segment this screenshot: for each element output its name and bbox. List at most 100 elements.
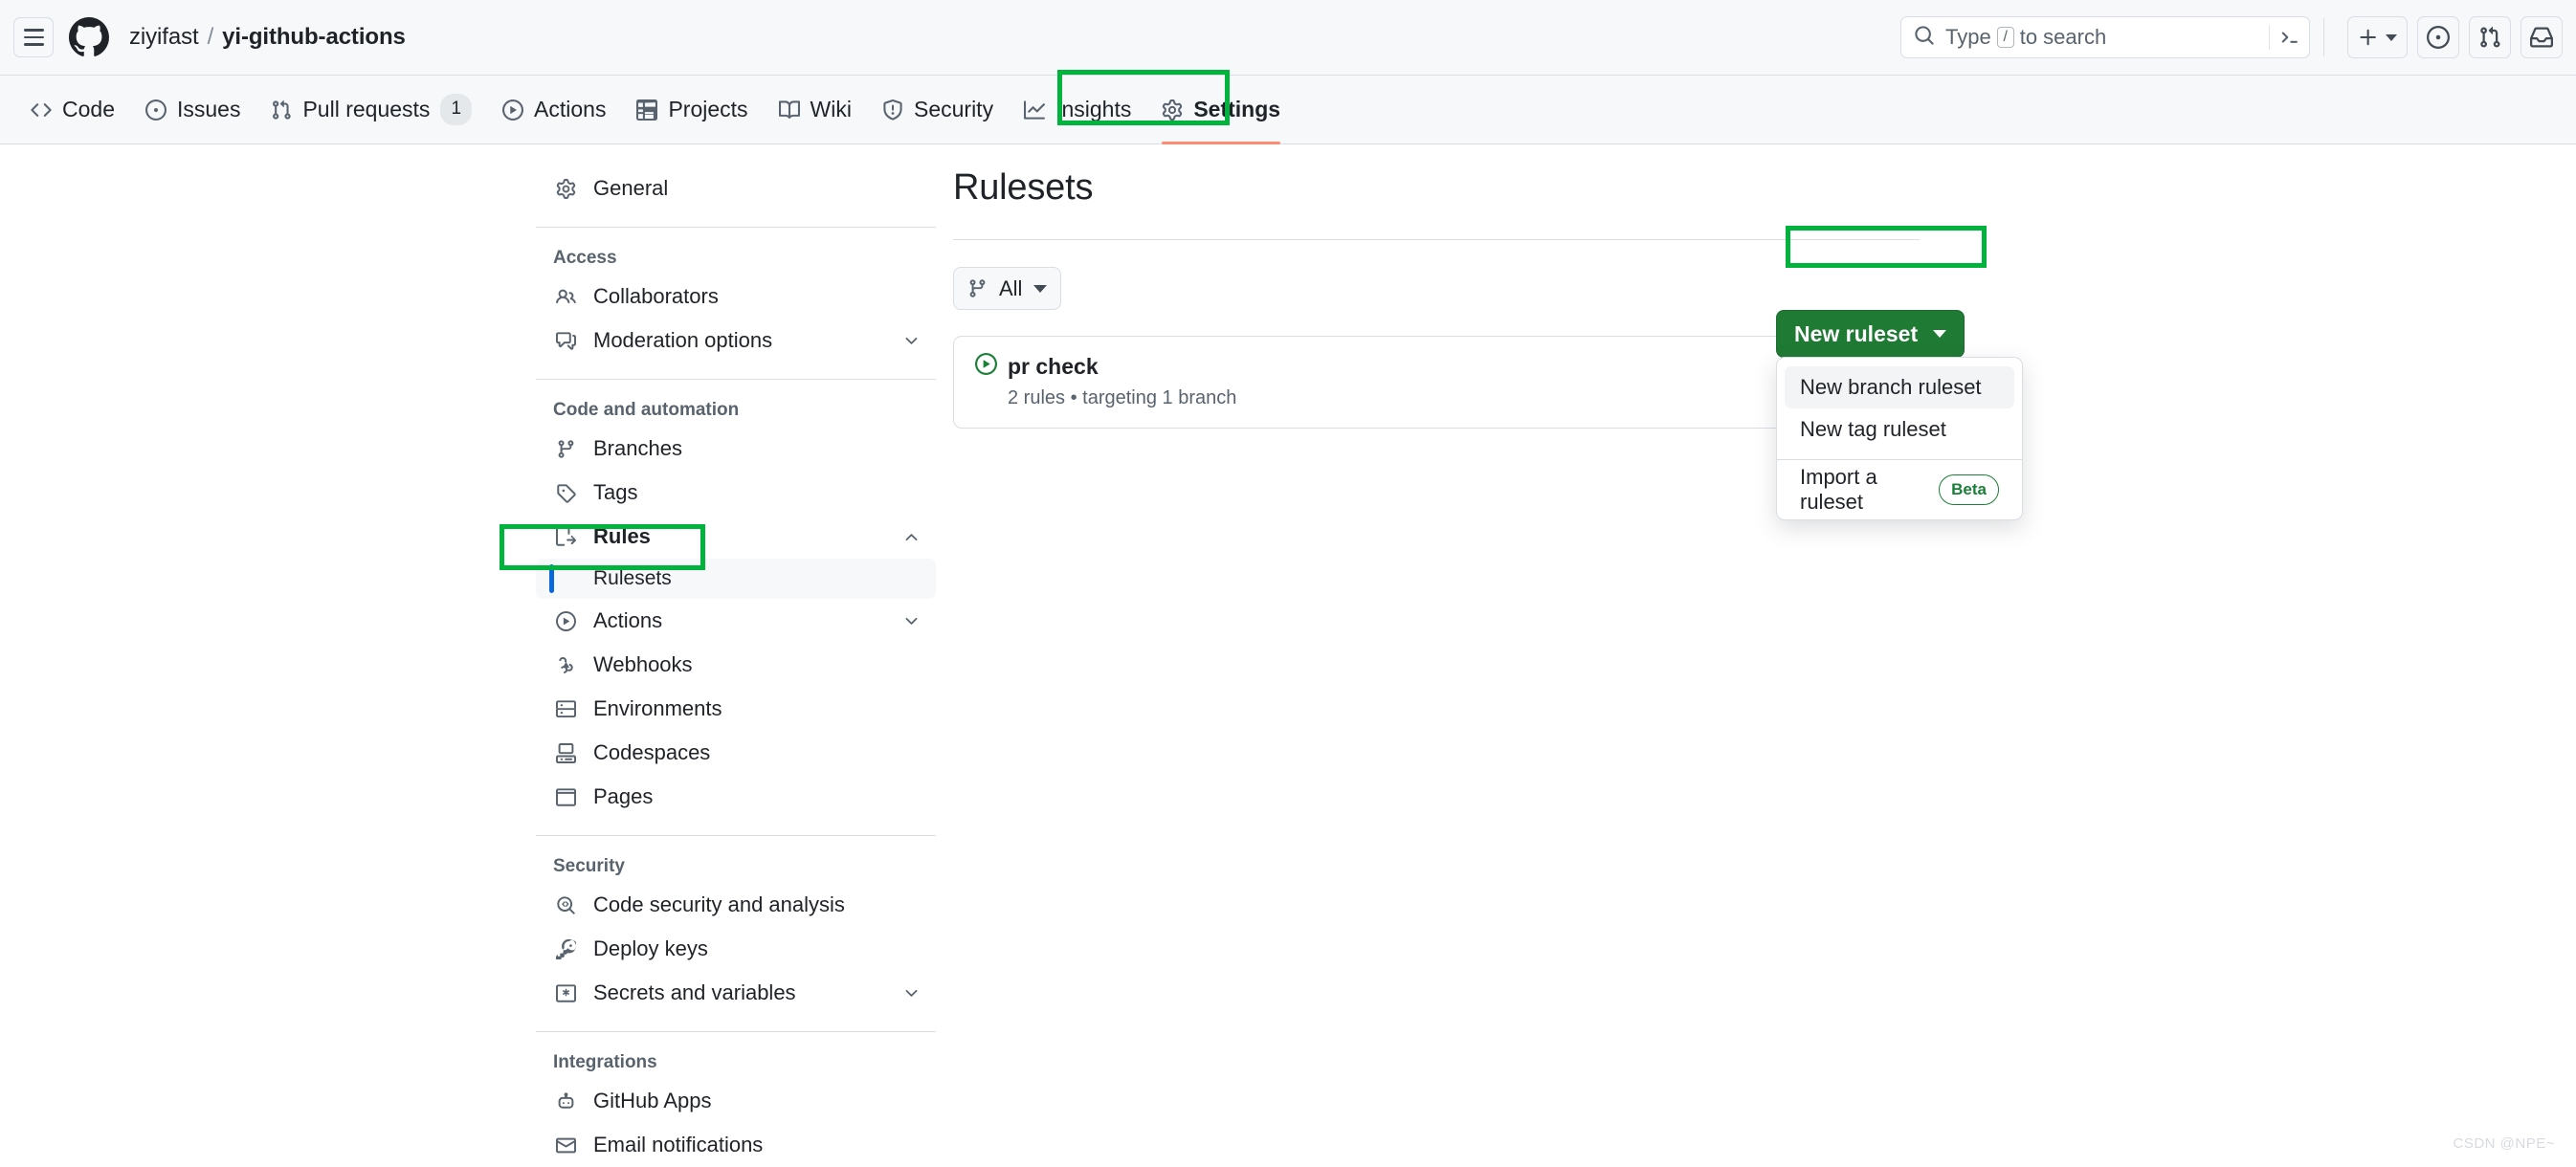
search-placeholder: Type / to search xyxy=(1945,25,2106,50)
comment-discussion-icon xyxy=(553,331,578,351)
notifications-inbox-button[interactable] xyxy=(2520,16,2563,58)
sidebar-item-label: GitHub Apps xyxy=(593,1089,712,1112)
new-ruleset-label: New ruleset xyxy=(1794,320,1919,346)
sidebar-item-label: Codespaces xyxy=(593,740,711,764)
chevron-down-icon xyxy=(902,984,921,1002)
ruleset-type-filter-button[interactable]: All xyxy=(953,267,1062,310)
navigation-menu-button[interactable] xyxy=(13,17,54,57)
sidebar-item-label: Webhooks xyxy=(593,652,693,676)
menu-item-new-tag-ruleset[interactable]: New tag ruleset xyxy=(1785,408,2014,451)
sidebar-item-collaborators[interactable]: Collaborators xyxy=(536,275,936,319)
sidebar-item-email-notifications[interactable]: Email notifications xyxy=(536,1123,936,1167)
breadcrumb-repo[interactable]: yi-github-actions xyxy=(222,24,406,51)
sidebar-item-codespaces[interactable]: Codespaces xyxy=(536,731,936,775)
people-icon xyxy=(553,287,578,307)
ruleset-list-item[interactable]: pr check 2 rules • targeting 1 branch xyxy=(953,336,1916,429)
sidebar-section-code-and-automation: Code and automation Branches Tags Rules xyxy=(536,400,936,819)
chevron-down-icon xyxy=(1033,284,1048,293)
tag-icon xyxy=(553,483,578,503)
sidebar-item-webhooks[interactable]: Webhooks xyxy=(536,643,936,687)
sidebar-divider xyxy=(536,379,936,380)
git-branch-icon xyxy=(553,439,578,459)
sidebar-item-rulesets[interactable]: Rulesets xyxy=(536,559,936,599)
your-issues-button[interactable] xyxy=(2417,16,2459,58)
sidebar-section-title: Security xyxy=(553,856,625,876)
browser-icon xyxy=(553,787,578,807)
breadcrumb: ziyifast / yi-github-actions xyxy=(129,24,406,51)
sidebar-item-label: Code security and analysis xyxy=(593,892,845,916)
menu-divider xyxy=(1777,459,2022,460)
main-content: Rulesets All pr check 2 rules • targetin… xyxy=(953,167,1920,429)
repo-tab-label: Settings xyxy=(1193,97,1281,121)
repo-tab-label: Projects xyxy=(668,97,748,121)
sidebar-item-branches[interactable]: Branches xyxy=(536,427,936,471)
sidebar-section-title: Integrations xyxy=(553,1052,657,1072)
sidebar-divider xyxy=(536,835,936,836)
repo-tab-settings[interactable]: Settings xyxy=(1146,83,1296,144)
repo-tab-issues[interactable]: Issues xyxy=(130,83,255,137)
repo-tab-pull-requests[interactable]: Pull requests 1 xyxy=(255,83,487,137)
mail-icon xyxy=(553,1135,578,1156)
codespaces-icon xyxy=(553,742,578,763)
git-pull-request-icon xyxy=(271,99,292,121)
sidebar-section-title: Access xyxy=(553,248,617,268)
sidebar-section-access: Access Collaborators Moderation options xyxy=(536,248,936,363)
repo-tab-code[interactable]: Code xyxy=(15,83,130,137)
sidebar-item-rules[interactable]: Rules xyxy=(536,515,936,559)
search-input[interactable]: Type / to search xyxy=(1900,16,2310,58)
hamburger-line xyxy=(23,29,44,32)
filter-label: All xyxy=(999,275,1023,300)
command-palette-icon[interactable] xyxy=(2269,25,2300,50)
repo-tab-insights[interactable]: Insights xyxy=(1009,83,1146,137)
repo-tab-label: Code xyxy=(62,97,115,121)
sidebar-item-pages[interactable]: Pages xyxy=(536,775,936,819)
new-ruleset-control: New ruleset New branch ruleset New tag r… xyxy=(1776,310,2023,520)
sidebar-section-security: Security Code security and analysis Depl… xyxy=(536,856,936,1015)
repo-tab-actions[interactable]: Actions xyxy=(487,83,621,137)
sidebar-item-label: Moderation options xyxy=(593,328,773,352)
sidebar-item-code-security-and-analysis[interactable]: Code security and analysis xyxy=(536,883,936,927)
create-new-button[interactable] xyxy=(2347,16,2408,58)
menu-item-import-a-ruleset[interactable]: Import a ruleset Beta xyxy=(1785,465,2014,514)
sidebar-item-tags[interactable]: Tags xyxy=(536,471,936,515)
breadcrumb-owner[interactable]: ziyifast xyxy=(129,24,199,51)
sidebar-item-label: Secrets and variables xyxy=(593,980,796,1004)
pull-requests-count-badge: 1 xyxy=(440,94,473,125)
play-icon xyxy=(553,610,578,631)
github-logo-icon[interactable] xyxy=(67,15,111,59)
codescan-icon xyxy=(553,895,578,915)
gear-icon xyxy=(1162,99,1183,121)
new-ruleset-button[interactable]: New ruleset xyxy=(1776,310,1965,358)
webhook-icon xyxy=(553,655,578,675)
sidebar-item-secrets-and-variables[interactable]: Secrets and variables xyxy=(536,971,936,1015)
sidebar-item-general[interactable]: General xyxy=(536,166,936,210)
filter-row: All xyxy=(953,267,1920,310)
sidebar-item-deploy-keys[interactable]: Deploy keys xyxy=(536,927,936,971)
sidebar-item-github-apps[interactable]: GitHub Apps xyxy=(536,1079,936,1123)
repo-tab-security[interactable]: Security xyxy=(867,83,1009,137)
menu-item-label: New tag ruleset xyxy=(1800,417,1946,441)
sidebar-section-title: Code and automation xyxy=(553,400,740,420)
search-placeholder-pre: Type xyxy=(1945,25,1991,49)
your-pull-requests-button[interactable] xyxy=(2469,16,2511,58)
gear-icon xyxy=(553,178,578,199)
breadcrumb-separator: / xyxy=(207,24,214,50)
asterisk-key-icon xyxy=(553,983,578,1003)
menu-item-label: Import a ruleset xyxy=(1800,465,1877,514)
repo-tab-wiki[interactable]: Wiki xyxy=(764,83,867,137)
new-ruleset-dropdown-menu: New branch ruleset New tag ruleset Impor… xyxy=(1776,357,2023,520)
page-title: Rulesets xyxy=(953,167,1094,208)
server-icon xyxy=(553,699,578,719)
repo-tab-projects[interactable]: Projects xyxy=(621,83,763,137)
ruleset-meta: 2 rules • targeting 1 branch xyxy=(1008,387,1237,408)
book-icon xyxy=(778,99,800,121)
table-icon xyxy=(636,99,658,121)
ruleset-name: pr check xyxy=(1008,353,1099,379)
sidebar-item-moderation-options[interactable]: Moderation options xyxy=(536,319,936,363)
sidebar-item-actions[interactable]: Actions xyxy=(536,599,936,643)
menu-item-new-branch-ruleset[interactable]: New branch ruleset xyxy=(1785,366,2014,408)
sidebar-item-environments[interactable]: Environments xyxy=(536,687,936,731)
sidebar-item-label: Environments xyxy=(593,696,722,720)
sidebar-item-label: Collaborators xyxy=(593,284,719,308)
watermark: CSDN @NPE~ xyxy=(2453,1135,2555,1152)
